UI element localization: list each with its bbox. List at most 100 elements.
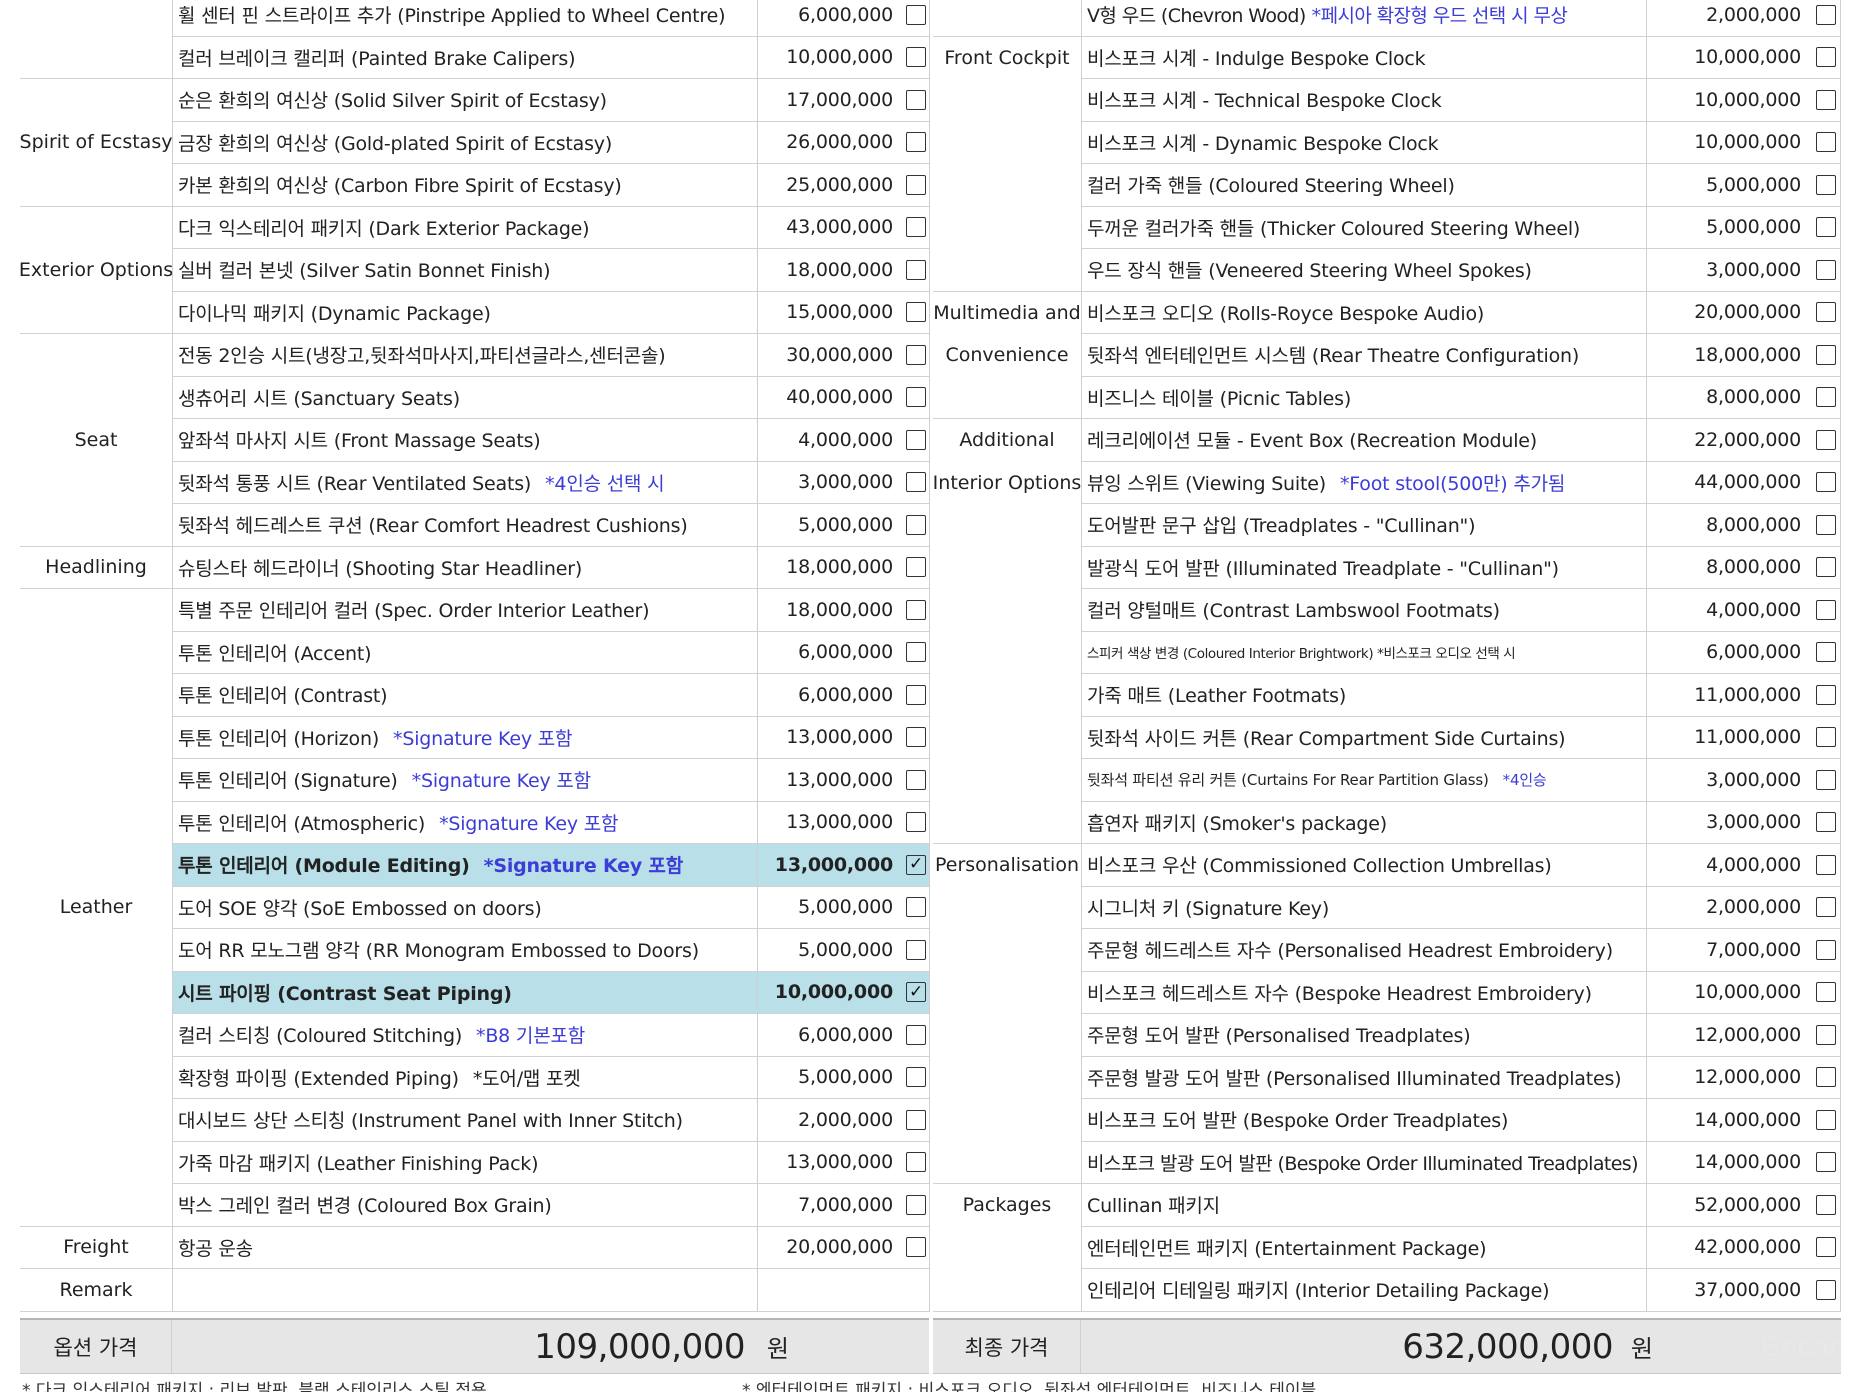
option-name-text: 비스포크 발광 도어 발판 (Bespoke Order Illuminated…	[1087, 1152, 1639, 1175]
unchecked-checkbox[interactable]	[906, 259, 926, 280]
unchecked-checkbox[interactable]	[1816, 1109, 1836, 1130]
encar-watermark: Encar	[1760, 1329, 1839, 1363]
unchecked-checkbox[interactable]	[906, 684, 926, 705]
unchecked-checkbox[interactable]	[906, 132, 926, 153]
unchecked-checkbox[interactable]	[906, 727, 926, 748]
unchecked-checkbox[interactable]	[1816, 982, 1836, 1003]
option-name: Cullinan 패키지	[1081, 1184, 1646, 1226]
unchecked-checkbox[interactable]	[1816, 557, 1836, 578]
unchecked-checkbox[interactable]	[1816, 642, 1836, 663]
unchecked-checkbox[interactable]	[1816, 387, 1836, 408]
option-row: 항공 운송 20,000,000	[172, 1227, 929, 1269]
option-name: 주문형 헤드레스트 자수 (Personalised Headrest Embr…	[1081, 929, 1646, 971]
option-price: 7,000,000	[798, 1193, 893, 1216]
unchecked-checkbox[interactable]	[1816, 4, 1836, 25]
final-price-label: 최종 가격	[933, 1320, 1081, 1373]
unchecked-checkbox[interactable]	[906, 1109, 926, 1130]
final-price-unit: 원	[1630, 1335, 1653, 1363]
unchecked-checkbox[interactable]	[906, 1152, 926, 1173]
unchecked-checkbox[interactable]	[1816, 599, 1836, 620]
unchecked-checkbox[interactable]	[906, 1024, 926, 1045]
unchecked-checkbox[interactable]	[906, 47, 926, 68]
unchecked-checkbox[interactable]	[906, 599, 926, 620]
option-name-text: 전동 2인승 시트(냉장고,뒷좌석마사지,파티션글라스,센터콘솔)	[178, 345, 666, 368]
unchecked-checkbox[interactable]	[1816, 1152, 1836, 1173]
option-name-text: 컬러 브레이크 캘리퍼 (Painted Brake Calipers)	[178, 47, 576, 70]
option-row: 컬러 양털매트 (Contrast Lambswool Footmats) 4,0…	[1081, 589, 1841, 632]
option-name: 뒷좌석 통풍 시트 (Rear Ventilated Seats) *4인승 선택…	[172, 462, 757, 504]
unchecked-checkbox[interactable]	[1816, 259, 1836, 280]
unchecked-checkbox[interactable]	[906, 429, 926, 450]
unchecked-checkbox[interactable]	[906, 89, 926, 110]
option-price-amount: 109,000,000	[534, 1326, 745, 1367]
option-price: 18,000,000	[1694, 343, 1801, 366]
unchecked-checkbox[interactable]	[1816, 302, 1836, 323]
unchecked-checkbox[interactable]	[1816, 1279, 1836, 1300]
option-checkbox-cell	[903, 1142, 929, 1184]
option-price: 7,000,000	[1706, 938, 1801, 961]
unchecked-checkbox[interactable]	[1816, 217, 1836, 238]
unchecked-checkbox[interactable]	[1816, 429, 1836, 450]
option-price: 5,000,000	[1706, 216, 1801, 239]
unchecked-checkbox[interactable]	[906, 642, 926, 663]
checked-checkbox[interactable]: ✓	[906, 982, 926, 1003]
unchecked-checkbox[interactable]	[1816, 897, 1836, 918]
option-name-text: 순은 환희의 여신상 (Solid Silver Spirit of Ecsta…	[178, 90, 607, 113]
option-checkbox-cell	[903, 164, 929, 206]
unchecked-checkbox[interactable]	[906, 1194, 926, 1215]
unchecked-checkbox[interactable]	[1816, 132, 1836, 153]
unchecked-checkbox[interactable]	[1816, 344, 1836, 365]
unchecked-checkbox[interactable]	[1816, 174, 1836, 195]
option-name-text: Cullinan 패키지	[1087, 1195, 1220, 1218]
unchecked-checkbox[interactable]	[1816, 769, 1836, 790]
option-price-total-bar: 옵션 가격 109,000,000 원	[20, 1318, 929, 1374]
unchecked-checkbox[interactable]	[906, 217, 926, 238]
unchecked-checkbox[interactable]	[1816, 1194, 1836, 1215]
unchecked-checkbox[interactable]	[906, 557, 926, 578]
option-name: 순은 환희의 여신상 (Solid Silver Spirit of Ecsta…	[172, 79, 757, 121]
category-cell	[933, 0, 1081, 37]
unchecked-checkbox[interactable]	[1816, 1067, 1836, 1088]
option-price: 8,000,000	[1706, 556, 1801, 579]
unchecked-checkbox[interactable]	[1816, 89, 1836, 110]
unchecked-checkbox[interactable]	[906, 472, 926, 493]
option-name: 컬러 브레이크 캘리퍼 (Painted Brake Calipers)	[172, 37, 757, 79]
option-name-text: 컬러 가죽 핸들 (Coloured Steering Wheel)	[1087, 175, 1455, 198]
option-row: 두꺼운 컬러가죽 핸들 (Thicker Coloured Steering W…	[1081, 207, 1841, 249]
unchecked-checkbox[interactable]	[1816, 939, 1836, 960]
unchecked-checkbox[interactable]	[1816, 514, 1836, 535]
option-name-text: 가죽 마감 패키지 (Leather Finishing Pack)	[178, 1152, 539, 1175]
option-row: 흡연자 패키지 (Smoker's package) 3,000,000	[1081, 802, 1841, 844]
unchecked-checkbox[interactable]	[1816, 812, 1836, 833]
unchecked-checkbox[interactable]	[1816, 727, 1836, 748]
unchecked-checkbox[interactable]	[906, 769, 926, 790]
unchecked-checkbox[interactable]	[906, 1237, 926, 1258]
option-price: 3,000,000	[1706, 811, 1801, 834]
unchecked-checkbox[interactable]	[1816, 472, 1836, 493]
unchecked-checkbox[interactable]	[906, 387, 926, 408]
unchecked-checkbox[interactable]	[906, 514, 926, 535]
option-checkbox-cell	[903, 632, 929, 674]
column-divider	[172, 0, 173, 1312]
option-name: 비스포크 시계 - Technical Bespoke Clock	[1081, 79, 1646, 121]
unchecked-checkbox[interactable]	[906, 1067, 926, 1088]
unchecked-checkbox[interactable]	[906, 939, 926, 960]
unchecked-checkbox[interactable]	[906, 4, 926, 25]
unchecked-checkbox[interactable]	[1816, 684, 1836, 705]
unchecked-checkbox[interactable]	[1816, 1237, 1836, 1258]
unchecked-checkbox[interactable]	[1816, 854, 1836, 875]
checked-checkbox[interactable]: ✓	[906, 854, 926, 875]
unchecked-checkbox[interactable]	[906, 344, 926, 365]
unchecked-checkbox[interactable]	[1816, 1024, 1836, 1045]
category-label: Personalisation	[935, 854, 1079, 876]
option-note: *페시아 확장형 우드 선택 시 무상	[1311, 5, 1568, 28]
unchecked-checkbox[interactable]	[906, 302, 926, 323]
category-label: Front Cockpit	[944, 46, 1070, 69]
option-name-text: 항공 운송	[178, 1237, 253, 1260]
unchecked-checkbox[interactable]	[906, 812, 926, 833]
unchecked-checkbox[interactable]	[1816, 47, 1836, 68]
unchecked-checkbox[interactable]	[906, 897, 926, 918]
check-mark-icon: ✓	[908, 854, 924, 875]
option-name-text: 뒷좌석 헤드레스트 쿠션 (Rear Comfort Headrest Cush…	[178, 515, 688, 538]
unchecked-checkbox[interactable]	[906, 174, 926, 195]
